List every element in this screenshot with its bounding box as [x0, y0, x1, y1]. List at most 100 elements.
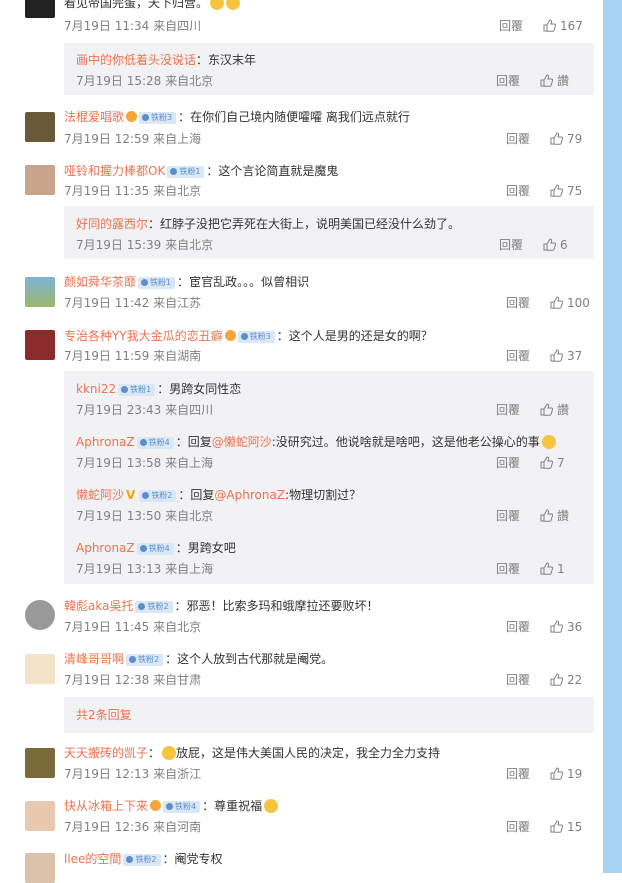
fan-badge: 铁粉3 [237, 331, 275, 343]
sub-reply: 好同的露西尔：红脖子没把它弄死在大街上，说明美国已经没什么劲了。 [76, 217, 461, 231]
like-button[interactable]: 36 [550, 619, 582, 635]
mention-link[interactable]: @懒蛇阿沙 [212, 435, 272, 449]
avatar[interactable] [25, 0, 55, 18]
user-link[interactable]: llee的空間 [64, 852, 121, 866]
sub-reply: AphronaZ 铁粉4 ：回复@懒蛇阿沙:没研究过。他说啥就是啥吧，这是他老公操心… [76, 434, 556, 450]
like-button[interactable]: 15 [550, 819, 582, 835]
comment-meta: 7月19日 11:42 来自江苏 [64, 296, 202, 310]
like-button[interactable]: 22 [550, 672, 582, 688]
comment-line: 清峰哥哥啊 铁粉2 ：这个人放到古代那就是阉党。 [64, 652, 334, 666]
thumb-up-icon [550, 184, 563, 197]
thumb-up-icon [550, 349, 563, 362]
user-link[interactable]: 专治各种YY我大金瓜的恋丑癖 [64, 329, 223, 343]
emoji-icon [162, 746, 177, 760]
like-button[interactable]: 7 [540, 455, 565, 471]
reply-button[interactable]: 回覆 [496, 73, 520, 89]
fan-badge: 铁粉1 [118, 384, 156, 396]
thumb-up-icon [550, 767, 563, 780]
thumb-up-icon [540, 74, 553, 87]
user-link[interactable]: 好同的露西尔 [76, 217, 148, 231]
like-button[interactable]: 讚 [540, 508, 569, 524]
emoji-icon [541, 435, 556, 449]
comment-line: 法棍爱唱歌 铁粉3 ：在你们自己境内随便嚯嚯 离我们远点就行 [64, 110, 410, 124]
like-button[interactable]: 37 [550, 348, 582, 364]
thumb-up-icon [550, 296, 563, 309]
reply-button[interactable]: 回覆 [496, 455, 520, 471]
thumb-up-icon [550, 820, 563, 833]
reply-button[interactable]: 回覆 [496, 402, 520, 418]
reply-button[interactable]: 回覆 [506, 348, 530, 364]
reply-button[interactable]: 回覆 [506, 131, 530, 147]
like-button[interactable]: 讚 [540, 73, 569, 89]
fan-badge: 铁粉4 [136, 543, 174, 555]
user-link[interactable]: AphronaZ [76, 435, 135, 449]
mention-link[interactable]: @AphronaZ [214, 488, 285, 502]
user-link[interactable]: AphronaZ [76, 541, 135, 555]
user-link[interactable]: 韓彪aka吳托 [64, 599, 133, 613]
fan-crown-icon [224, 330, 236, 341]
comment-meta: 7月19日 12:36 来自河南 [64, 820, 202, 834]
emoji-icon [264, 799, 279, 813]
thumb-up-icon [540, 509, 553, 522]
fan-badge: 铁粉3 [139, 112, 177, 124]
thumb-up-icon [540, 456, 553, 469]
user-link[interactable]: 哑铃和握力棒都OK [64, 164, 165, 178]
fan-badge: 铁粉1 [138, 277, 176, 289]
sub-reply: 懒蛇阿沙 V 铁粉2 ：回复@AphronaZ:物理切割过？ [76, 488, 362, 502]
like-button[interactable]: 6 [543, 237, 568, 253]
comment-line: llee的空間 铁粉2 ：阉党专权 [64, 852, 223, 866]
comment-meta: 7月19日 11:35 来自北京 [64, 184, 202, 198]
like-button[interactable]: 75 [550, 183, 582, 199]
fan-badge: 铁粉1 [167, 166, 205, 178]
like-button[interactable]: 讚 [540, 402, 569, 418]
sub-reply-meta: 7月19日 15:28 来自北京 [76, 74, 214, 88]
reply-button[interactable]: 回覆 [506, 819, 530, 835]
like-button[interactable]: 167 [543, 18, 583, 34]
reply-button[interactable]: 回覆 [499, 237, 523, 253]
like-button[interactable]: 1 [540, 561, 565, 577]
reply-button[interactable]: 回覆 [496, 561, 520, 577]
emoji-icon [210, 0, 225, 10]
sub-reply-meta: 7月19日 13:50 来自北京 [76, 509, 214, 523]
avatar[interactable] [25, 112, 55, 142]
emoji-icon [226, 0, 241, 10]
user-link[interactable]: 天天搬砖的凯子 [64, 746, 148, 760]
fan-badge: 铁粉4 [136, 437, 174, 449]
sub-reply-box [64, 697, 594, 733]
like-button[interactable]: 100 [550, 295, 590, 311]
reply-button[interactable]: 回覆 [499, 18, 523, 34]
avatar[interactable] [25, 277, 55, 307]
avatar[interactable] [25, 600, 55, 630]
reply-button[interactable]: 回覆 [506, 766, 530, 782]
like-button[interactable]: 79 [550, 131, 582, 147]
comment-line: 快从冰箱上下来 铁粉4 ：尊重祝福 [64, 798, 279, 814]
fan-badge: 铁粉2 [126, 654, 164, 666]
user-link[interactable]: 清峰哥哥啊 [64, 652, 124, 666]
avatar[interactable] [25, 748, 55, 778]
comment-meta: 7月19日 12:13 来自浙江 [64, 767, 202, 781]
user-link[interactable]: 快从冰箱上下来 [64, 799, 148, 813]
fan-badge: 铁粉2 [135, 601, 173, 613]
user-link[interactable]: 法棍爱唱歌 [64, 110, 124, 124]
sub-reply: AphronaZ 铁粉4 ：男跨女吧 [76, 541, 236, 555]
comment-meta: 7月19日 12:38 来自甘肃 [64, 673, 202, 687]
like-button[interactable]: 19 [550, 766, 582, 782]
reply-button[interactable]: 回覆 [506, 295, 530, 311]
reply-button[interactable]: 回覆 [506, 619, 530, 635]
avatar[interactable] [25, 801, 55, 831]
fan-crown-icon [150, 800, 162, 811]
user-link[interactable]: kkni22 [76, 382, 116, 396]
fan-badge: 铁粉2 [123, 854, 161, 866]
sub-reply: kkni22 铁粉1 ：男跨女同性恋 [76, 382, 242, 396]
avatar[interactable] [25, 654, 55, 684]
avatar[interactable] [25, 853, 55, 883]
user-link[interactable]: 颜如舜华茶靡 [64, 275, 136, 289]
avatar[interactable] [25, 330, 55, 360]
user-link[interactable]: 画中的你低着头没说话 [76, 53, 196, 67]
reply-button[interactable]: 回覆 [506, 183, 530, 199]
reply-button[interactable]: 回覆 [506, 672, 530, 688]
avatar[interactable] [25, 165, 55, 195]
reply-button[interactable]: 回覆 [496, 508, 520, 524]
more-replies-link[interactable]: 共2条回复 [76, 707, 132, 723]
user-link[interactable]: 懒蛇阿沙 [76, 488, 124, 502]
